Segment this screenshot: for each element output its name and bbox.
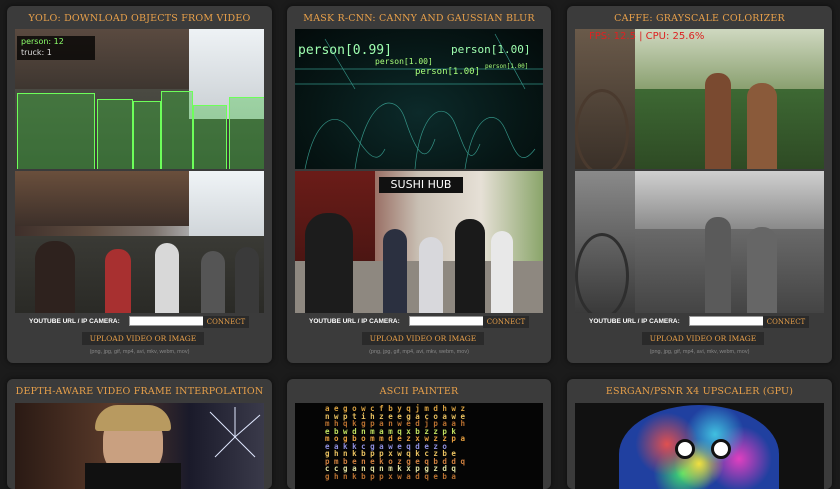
detection-box xyxy=(193,105,227,169)
source-input-row: YOUTUBE URL / IP CAMERA: CONNECT xyxy=(287,314,551,330)
card-title: ASCII PAINTER xyxy=(379,386,459,397)
mask-rcnn-source-view: SUSHI HUB xyxy=(295,171,543,313)
firework-sparks xyxy=(209,407,261,458)
colorized-view: FPS: 12.5 | CPU: 25.6% xyxy=(575,29,824,169)
supported-formats: (png, jpg, gif, mp4, avi, mkv, webm, mov… xyxy=(369,349,469,355)
ascii-view: a e g o w c f b y q j m d h w z n w p t … xyxy=(295,403,543,489)
mask-label: person[1.00] xyxy=(375,57,433,66)
mask-label: person[1.00] xyxy=(451,43,531,56)
detection-box xyxy=(161,91,193,169)
mask-label: person[1.00] xyxy=(485,63,529,70)
detection-box xyxy=(133,101,161,169)
truck-count: truck: 1 xyxy=(21,48,52,57)
mask-label: person[0.99] xyxy=(298,43,392,58)
source-label: YOUTUBE URL / IP CAMERA: xyxy=(589,318,680,325)
person-count: person: 12 xyxy=(21,37,64,46)
source-label: YOUTUBE URL / IP CAMERA: xyxy=(29,318,120,325)
source-input-row: YOUTUBE URL / IP CAMERA: CONNECT xyxy=(567,314,832,330)
supported-formats: (png, jpg, gif, mp4, avi, mkv, webm, mov… xyxy=(649,349,750,355)
mask-label: person[1.00] xyxy=(415,67,481,77)
card-title: MASK R-CNN: CANNY AND GAUSSIAN BLUR xyxy=(303,13,535,24)
upscaled-view xyxy=(575,403,824,489)
youtube-url-input[interactable] xyxy=(409,316,485,326)
youtube-url-input[interactable] xyxy=(689,316,765,326)
connect-button[interactable]: CONNECT xyxy=(203,316,249,328)
connect-button[interactable]: CONNECT xyxy=(483,316,529,328)
yolo-source-view xyxy=(15,171,264,313)
card-esrgan-upscaler: ESRGAN/PSNR X4 UPSCALER (GPU) xyxy=(567,379,832,489)
detection-box xyxy=(229,97,264,169)
interpolation-view xyxy=(15,403,264,489)
youtube-url-input[interactable] xyxy=(129,316,205,326)
detection-box xyxy=(17,93,95,169)
card-title: YOLO: DOWNLOAD OBJECTS FROM VIDEO xyxy=(28,13,251,24)
yolo-detection-view: person: 12 truck: 1 xyxy=(15,29,264,169)
card-depth-interpolation: DEPTH-AWARE VIDEO FRAME INTERPOLATION xyxy=(7,379,272,489)
supported-formats: (png, jpg, gif, mp4, avi, mkv, webm, mov… xyxy=(89,349,190,355)
ascii-art: a e g o w c f b y q j m d h w z n w p t … xyxy=(325,404,465,481)
grayscale-source-view xyxy=(575,171,824,313)
source-input-row: YOUTUBE URL / IP CAMERA: CONNECT xyxy=(7,314,272,330)
card-ascii-painter: ASCII PAINTER a e g o w c f b y q j m d … xyxy=(287,379,551,489)
card-yolo: YOLO: DOWNLOAD OBJECTS FROM VIDEO person… xyxy=(7,6,272,363)
shop-sign: SUSHI HUB xyxy=(379,177,463,193)
upload-button[interactable]: UPLOAD VIDEO OR IMAGE xyxy=(82,332,204,345)
card-mask-rcnn: MASK R-CNN: CANNY AND GAUSSIAN BLUR pers… xyxy=(287,6,551,363)
upload-button[interactable]: UPLOAD VIDEO OR IMAGE xyxy=(642,332,764,345)
connect-button[interactable]: CONNECT xyxy=(763,316,809,328)
detection-box xyxy=(97,99,133,169)
source-label: YOUTUBE URL / IP CAMERA: xyxy=(309,318,400,325)
upload-button[interactable]: UPLOAD VIDEO OR IMAGE xyxy=(362,332,484,345)
card-title: ESRGAN/PSNR X4 UPSCALER (GPU) xyxy=(605,386,794,397)
card-title: DEPTH-AWARE VIDEO FRAME INTERPOLATION xyxy=(15,386,264,397)
detection-counts: person: 12 truck: 1 xyxy=(17,36,95,60)
card-title: CAFFE: GRAYSCALE COLORIZER xyxy=(614,13,785,24)
card-caffe-colorizer: CAFFE: GRAYSCALE COLORIZER FPS: 12.5 | C… xyxy=(567,6,832,363)
perf-stats: FPS: 12.5 | CPU: 25.6% xyxy=(589,31,705,42)
canny-edge-view: person[0.99] person[1.00] person[1.00] p… xyxy=(295,29,543,169)
